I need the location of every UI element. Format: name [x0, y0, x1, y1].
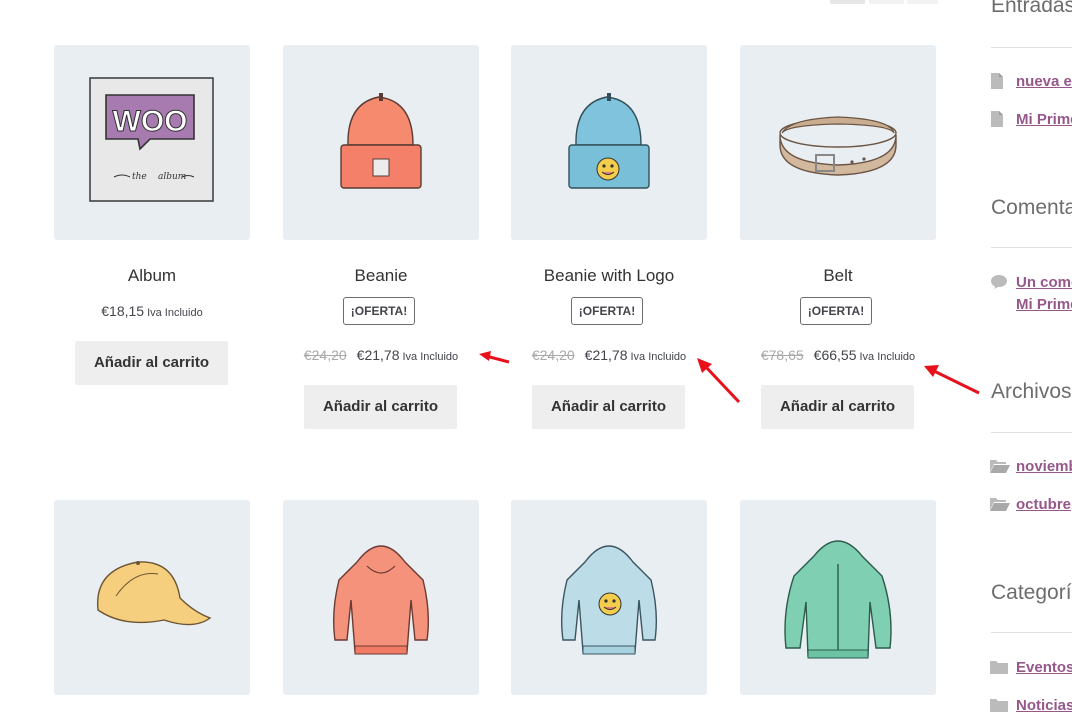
- sale-badge: ¡OFERTA!: [343, 297, 415, 325]
- pagination-stub[interactable]: [830, 0, 865, 4]
- sale-badge: ¡OFERTA!: [571, 297, 643, 325]
- document-icon: [991, 73, 1003, 89]
- recent-comment-post-link[interactable]: Mi Prime: [1016, 296, 1072, 313]
- product-title[interactable]: Belt: [730, 266, 946, 286]
- annotation-arrow: [479, 351, 510, 364]
- pagination-stub[interactable]: [869, 0, 904, 4]
- product-image[interactable]: [740, 500, 936, 695]
- widget-divider: [991, 632, 1072, 633]
- product-image[interactable]: [54, 500, 250, 695]
- comment-icon: [991, 275, 1007, 289]
- add-to-cart-button[interactable]: Añadir al carrito: [532, 385, 685, 429]
- product-image[interactable]: [283, 500, 479, 695]
- price-current: €21,78: [584, 347, 628, 363]
- product-title[interactable]: Beanie: [273, 266, 489, 286]
- widget-title-categorias: Categoría: [991, 581, 1072, 604]
- product-image[interactable]: [511, 45, 707, 240]
- category-link[interactable]: Eventos: [1016, 659, 1072, 676]
- sale-badge: ¡OFERTA!: [800, 297, 872, 325]
- add-to-cart-button[interactable]: Añadir al carrito: [761, 385, 914, 429]
- archive-link[interactable]: noviemb: [1016, 458, 1072, 475]
- product-title[interactable]: Album: [44, 266, 260, 286]
- widget-title-entradas: Entradas: [991, 0, 1072, 17]
- product-price: €18,15 Iva Incluido: [24, 303, 280, 319]
- recent-comment-author-link[interactable]: Un come: [1016, 274, 1072, 291]
- pagination-stub[interactable]: [907, 0, 938, 4]
- price-current: €18,15: [101, 303, 145, 319]
- add-to-cart-button[interactable]: Añadir al carrito: [75, 341, 228, 385]
- widget-divider: [991, 247, 1072, 248]
- recent-post-link[interactable]: Mi Prime: [1016, 111, 1072, 128]
- widget-title-archivos: Archivos: [991, 380, 1072, 403]
- product-image[interactable]: [511, 500, 707, 695]
- price-old: €24,20: [303, 347, 347, 363]
- folder-icon: [990, 661, 1008, 674]
- product-price: €24,20 €21,78 Iva Incluido: [253, 347, 509, 363]
- folder-icon: [990, 699, 1008, 712]
- widget-divider: [991, 47, 1072, 48]
- widget-title-comentarios: Comenta: [991, 196, 1072, 219]
- product-image[interactable]: [283, 45, 479, 240]
- tax-note: Iva Incluido: [859, 351, 916, 363]
- product-price: €78,65 €66,55 Iva Incluido: [710, 347, 966, 363]
- product-title[interactable]: Beanie with Logo: [501, 266, 717, 286]
- annotation-arrow: [697, 358, 741, 404]
- folder-open-icon: [990, 460, 1010, 473]
- product-image[interactable]: WOO the album: [54, 45, 250, 240]
- annotation-arrow: [924, 365, 980, 395]
- archive-link[interactable]: octubre: [1016, 496, 1071, 513]
- product-image[interactable]: [740, 45, 936, 240]
- svg-text:the: the: [132, 172, 147, 182]
- tax-note: Iva Incluido: [630, 351, 687, 363]
- category-link[interactable]: Noticias: [1016, 697, 1072, 714]
- document-icon: [991, 111, 1003, 127]
- price-current: €66,55: [813, 347, 857, 363]
- folder-open-icon: [990, 498, 1010, 511]
- price-current: €21,78: [356, 347, 400, 363]
- tax-note: Iva Incluido: [147, 307, 203, 319]
- widget-divider: [991, 432, 1072, 433]
- price-old: €24,20: [531, 347, 575, 363]
- tax-note: Iva Incluido: [402, 351, 459, 363]
- price-old: €78,65: [760, 347, 804, 363]
- svg-text:WOO: WOO: [113, 105, 188, 138]
- add-to-cart-button[interactable]: Añadir al carrito: [304, 385, 457, 429]
- recent-post-link[interactable]: nueva en: [1016, 73, 1072, 90]
